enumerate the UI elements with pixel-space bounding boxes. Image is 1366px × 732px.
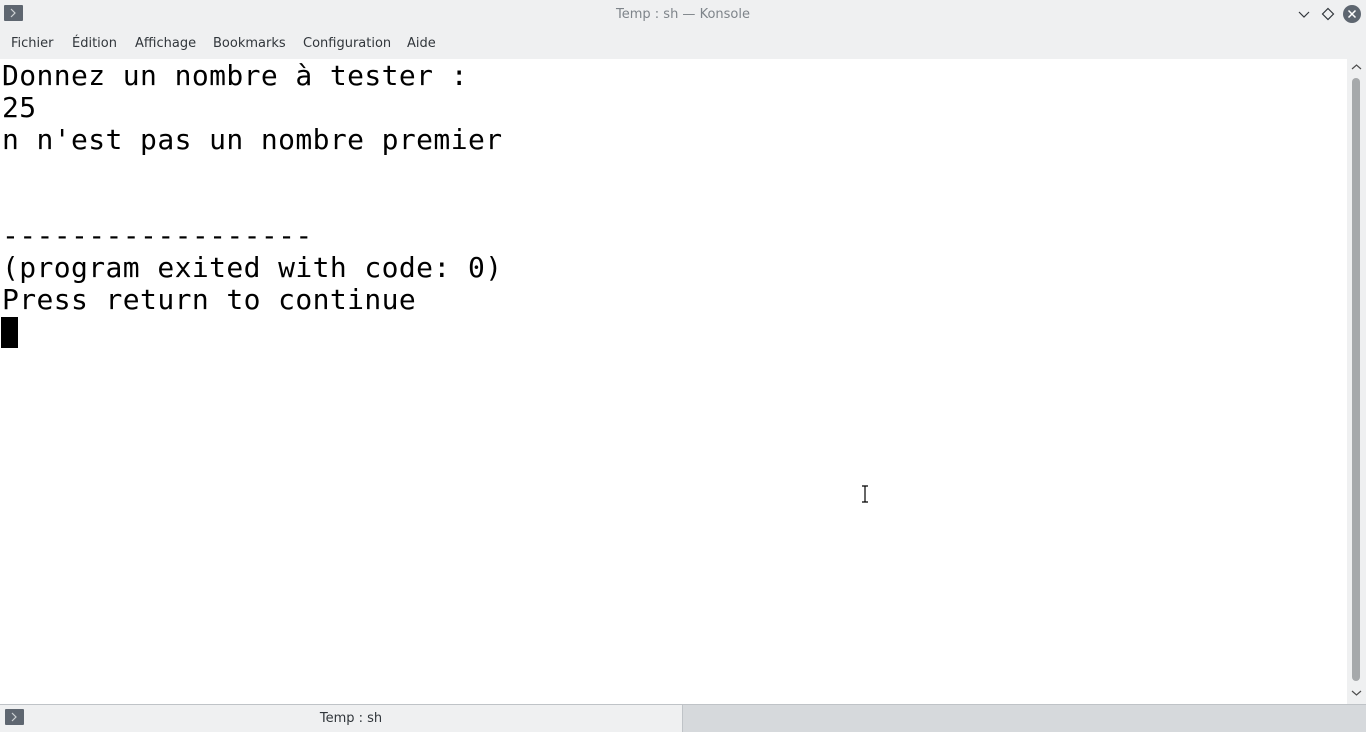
terminal-output[interactable]: Donnez un nombre à tester : 25 n n'est p… [0,59,1347,704]
menu-edition[interactable]: Édition [72,29,117,59]
menu-aide[interactable]: Aide [407,29,436,59]
menu-fichier[interactable]: Fichier [11,29,54,59]
terminal-line: Donnez un nombre à tester : [2,59,468,92]
close-icon [1343,5,1361,23]
vertical-scrollbar[interactable] [1347,59,1366,704]
title-bar: Temp : sh — Konsole [0,0,1366,29]
close-button[interactable] [1343,5,1361,23]
scrollbar-thumb[interactable] [1352,78,1360,681]
menu-affichage[interactable]: Affichage [135,29,196,59]
tab-label: Temp : sh [319,711,383,726]
terminal-line: Press return to continue [2,283,417,316]
menu-bookmarks[interactable]: Bookmarks [213,29,286,59]
scroll-up-icon[interactable] [1351,63,1362,71]
text-cursor [1,317,18,348]
menu-configuration[interactable]: Configuration [303,29,391,59]
minimize-icon [1298,11,1310,18]
scroll-down-icon[interactable] [1351,689,1362,697]
window-title: Temp : sh — Konsole [616,7,750,22]
minimize-button[interactable] [1295,5,1313,23]
tab-temp-sh[interactable]: Temp : sh [0,705,683,732]
maximize-icon [1321,7,1335,21]
maximize-button[interactable] [1319,5,1337,23]
terminal-line: (program exited with code: 0) [2,251,503,284]
terminal-line: n n'est pas un nombre premier [2,123,503,156]
tab-bar: Temp : sh [0,704,1366,732]
terminal-line: 25 [2,91,37,124]
ibeam-cursor-icon [862,485,868,503]
menu-bar: Fichier Édition Affichage Bookmarks Conf… [0,29,1366,59]
terminal-separator: ------------------ [2,219,313,252]
